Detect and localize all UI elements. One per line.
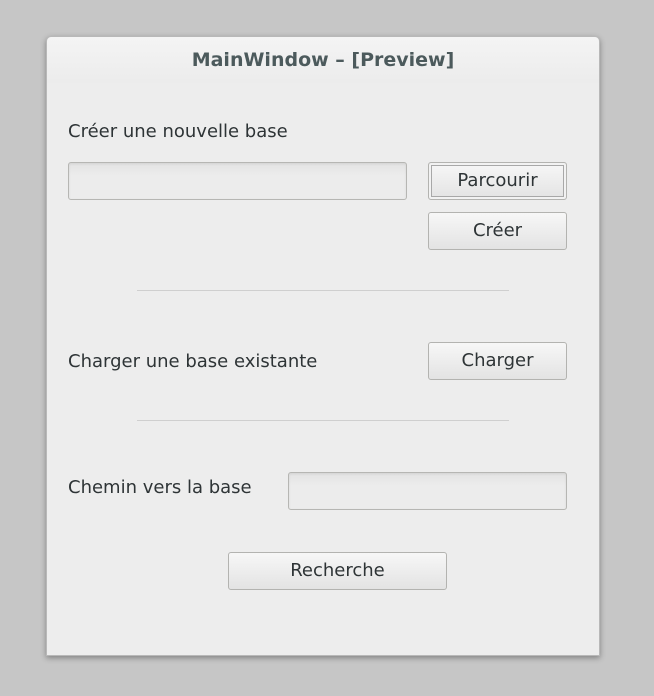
load-button[interactable]: Charger [428, 342, 567, 380]
window-title: MainWindow – [Preview] [191, 49, 455, 71]
separator-2 [137, 420, 509, 421]
create-button[interactable]: Créer [428, 212, 567, 250]
search-button[interactable]: Recherche [228, 552, 447, 590]
main-window: MainWindow – [Preview] Créer une nouvell… [46, 36, 600, 656]
separator-1 [137, 290, 509, 291]
browse-button[interactable]: Parcourir [428, 162, 567, 200]
create-db-label: Créer une nouvelle base [68, 121, 288, 142]
db-path-input[interactable] [288, 472, 567, 510]
create-db-path-input[interactable] [68, 162, 407, 200]
title-bar[interactable]: MainWindow – [Preview] [47, 37, 599, 83]
db-path-label: Chemin vers la base [68, 477, 252, 498]
load-db-label: Charger une base existante [68, 351, 318, 372]
